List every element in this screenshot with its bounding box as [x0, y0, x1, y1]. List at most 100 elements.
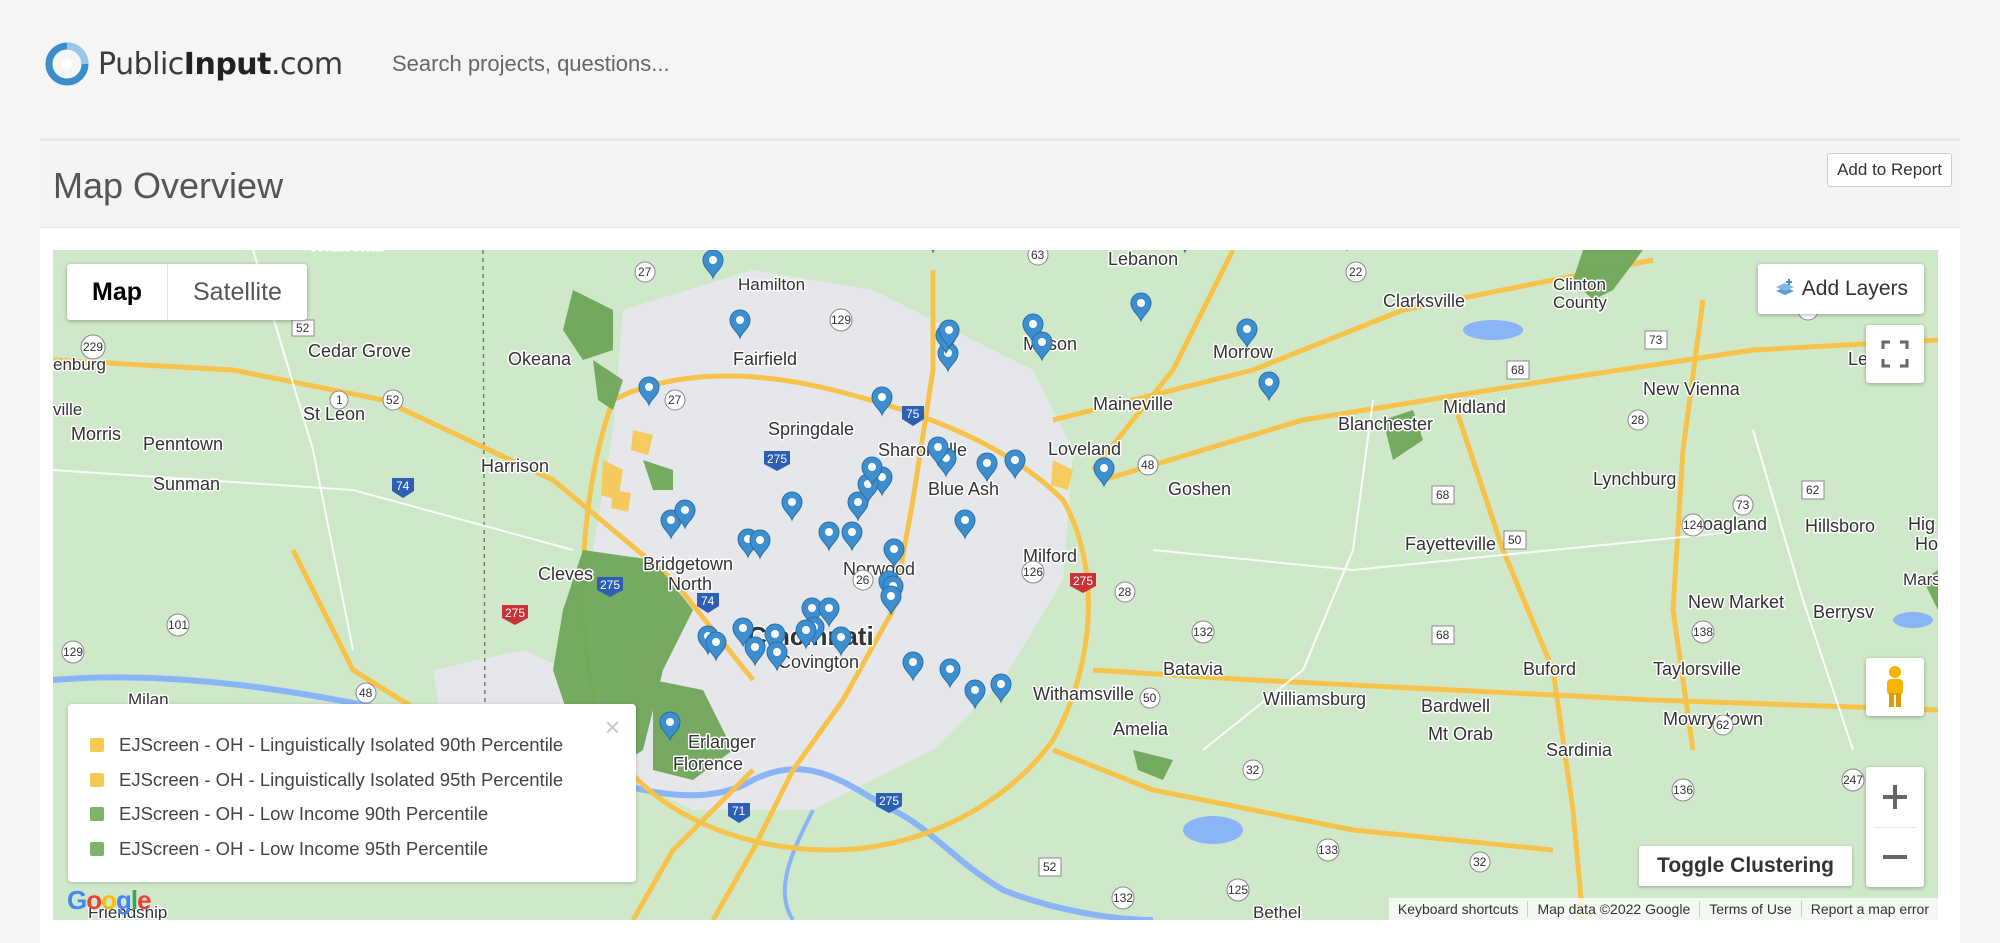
svg-text:50: 50: [1508, 533, 1522, 547]
svg-text:247: 247: [1843, 773, 1863, 787]
toggle-clustering-button[interactable]: Toggle Clustering: [1639, 846, 1852, 886]
logo-mark-icon: [45, 42, 89, 86]
svg-text:Okeana: Okeana: [508, 349, 572, 369]
legend-list: EJScreen - OH - Linguistically Isolated …: [68, 704, 636, 866]
svg-text:Sunman: Sunman: [153, 474, 220, 494]
svg-text:48: 48: [359, 686, 373, 700]
legend-label: EJScreen - OH - Low Income 95th Percenti…: [119, 837, 489, 859]
svg-text:26: 26: [856, 573, 870, 587]
svg-text:Bethel: Bethel: [1253, 903, 1301, 920]
svg-text:Harrison: Harrison: [481, 456, 549, 476]
svg-text:Withamsville: Withamsville: [1033, 684, 1134, 704]
svg-text:71: 71: [732, 804, 746, 818]
svg-text:28: 28: [1631, 413, 1645, 427]
zoom-in-button[interactable]: [1866, 767, 1924, 827]
legend-swatch: [90, 738, 104, 753]
svg-text:27: 27: [638, 265, 652, 279]
fullscreen-button[interactable]: [1866, 325, 1924, 383]
zoom-control: [1866, 767, 1924, 887]
svg-text:Penntown: Penntown: [143, 434, 223, 454]
svg-text:Covington: Covington: [778, 652, 859, 672]
search-input[interactable]: [392, 46, 952, 82]
svg-text:275: 275: [1073, 574, 1093, 588]
legend-swatch: [90, 807, 104, 822]
svg-text:275: 275: [879, 794, 899, 808]
svg-text:68: 68: [1511, 363, 1525, 377]
svg-text:Hig: Hig: [1908, 514, 1935, 534]
map-view[interactable]: Hamilton Lebanon Clarksville Clinton Cou…: [53, 250, 1938, 920]
terms-of-use-link[interactable]: Terms of Use: [1699, 901, 1800, 917]
logo-text: PublicInput.com: [98, 46, 343, 82]
svg-text:52: 52: [296, 321, 310, 335]
svg-text:Erlanger: Erlanger: [688, 732, 756, 752]
svg-text:229: 229: [83, 340, 103, 354]
legend-item: EJScreen - OH - Low Income 90th Percenti…: [90, 797, 636, 832]
svg-text:22: 22: [1349, 265, 1363, 279]
svg-text:Mars: Mars: [1903, 570, 1938, 589]
svg-text:ville: ville: [53, 400, 82, 419]
svg-text:Clarksville: Clarksville: [1383, 291, 1465, 311]
add-to-report-button[interactable]: Add to Report: [1827, 153, 1952, 187]
svg-text:275: 275: [767, 452, 787, 466]
report-map-error-link[interactable]: Report a map error: [1800, 901, 1938, 917]
svg-text:Mt Orab: Mt Orab: [1428, 724, 1493, 744]
svg-text:124: 124: [1683, 518, 1703, 532]
svg-text:74: 74: [701, 594, 715, 608]
keyboard-shortcuts-link[interactable]: Keyboard shortcuts: [1389, 901, 1528, 917]
map-legend: × EJScreen - OH - Linguistically Isolate…: [68, 704, 636, 882]
svg-text:52: 52: [1043, 860, 1057, 874]
svg-text:63: 63: [1031, 250, 1045, 262]
top-bar: PublicInput.com: [0, 0, 2000, 128]
svg-text:Florence: Florence: [673, 754, 743, 774]
svg-text:1: 1: [336, 393, 343, 407]
svg-text:27: 27: [668, 393, 682, 407]
svg-text:32: 32: [1473, 855, 1487, 869]
svg-text:Midland: Midland: [1443, 397, 1506, 417]
zoom-out-button[interactable]: [1866, 827, 1924, 887]
svg-text:Fairfield: Fairfield: [733, 349, 797, 369]
legend-item: EJScreen - OH - Linguistically Isolated …: [90, 763, 636, 798]
svg-text:Blue Ash: Blue Ash: [928, 479, 999, 499]
svg-text:Hamilton: Hamilton: [738, 275, 805, 294]
fullscreen-icon: [1881, 340, 1909, 368]
svg-text:Ho: Ho: [1915, 534, 1938, 554]
svg-text:Bardwell: Bardwell: [1421, 696, 1490, 716]
svg-text:133: 133: [1318, 843, 1338, 857]
svg-text:Hillsboro: Hillsboro: [1805, 516, 1875, 536]
svg-text:Buford: Buford: [1523, 659, 1576, 679]
map-data-text: Map data ©2022 Google: [1527, 901, 1699, 917]
plus-icon: [1883, 785, 1907, 809]
svg-text:132: 132: [1193, 625, 1213, 639]
svg-text:126: 126: [1023, 565, 1043, 579]
svg-text:62: 62: [1716, 718, 1730, 732]
svg-text:County: County: [1553, 293, 1607, 312]
svg-text:68: 68: [1436, 628, 1450, 642]
svg-text:275: 275: [600, 578, 620, 592]
add-layers-label: Add Layers: [1801, 277, 1908, 300]
svg-text:48: 48: [1141, 458, 1155, 472]
add-layers-button[interactable]: Add Layers: [1757, 264, 1924, 314]
svg-text:50: 50: [1143, 691, 1157, 705]
publicinput-logo[interactable]: PublicInput.com: [44, 38, 343, 90]
google-logo[interactable]: Google: [67, 885, 152, 916]
map-type-map-button[interactable]: Map: [67, 264, 168, 320]
map-type-control: Map Satellite: [67, 264, 307, 320]
svg-text:52: 52: [386, 393, 400, 407]
legend-close-icon[interactable]: ×: [605, 712, 620, 743]
svg-text:Clinton: Clinton: [1553, 275, 1606, 294]
svg-text:28: 28: [1118, 585, 1132, 599]
svg-text:Lebanon: Lebanon: [1108, 250, 1178, 269]
legend-label: EJScreen - OH - Low Income 90th Percenti…: [119, 803, 489, 825]
legend-label: EJScreen - OH - Linguistically Isolated …: [119, 768, 564, 790]
street-view-pegman-button[interactable]: [1866, 658, 1924, 716]
svg-text:73: 73: [1736, 498, 1750, 512]
svg-text:Morris: Morris: [71, 424, 121, 444]
legend-item: EJScreen - OH - Low Income 95th Percenti…: [90, 832, 636, 867]
svg-text:62: 62: [1806, 483, 1820, 497]
svg-text:101: 101: [168, 618, 188, 632]
svg-text:Berrysv: Berrysv: [1813, 602, 1874, 622]
svg-text:138: 138: [1693, 625, 1713, 639]
svg-text:68: 68: [1436, 488, 1450, 502]
svg-text:New Vienna: New Vienna: [1643, 379, 1741, 399]
map-type-satellite-button[interactable]: Satellite: [168, 264, 307, 320]
